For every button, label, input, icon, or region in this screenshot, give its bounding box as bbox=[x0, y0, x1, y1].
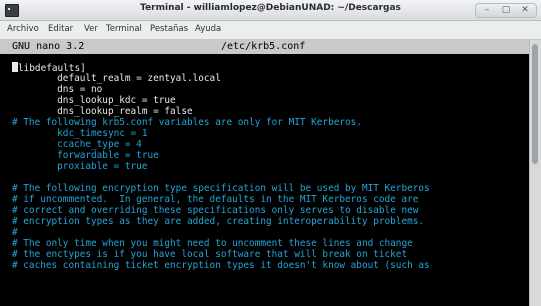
nano-header: GNU nano 3.2 /etc/krb5.conf bbox=[0, 40, 530, 54]
window-controls: – ▢ ✕ bbox=[475, 3, 537, 18]
comment-line: forwardable = true bbox=[12, 150, 159, 161]
comment-line: # The only time when you might need to u… bbox=[12, 238, 413, 249]
config-line: libdefaults] bbox=[12, 62, 86, 74]
line-text: # The following encryption type specific… bbox=[12, 183, 430, 194]
comment-line: # encryption types as they are added, cr… bbox=[12, 216, 424, 227]
line-text: proxiable = true bbox=[12, 161, 148, 172]
menu-bar: Archivo Editar Ver Terminal Pestañas Ayu… bbox=[0, 21, 541, 40]
comment-line: # the enctypes is if you have local soft… bbox=[12, 249, 407, 260]
comment-line: # correct and overriding these specifica… bbox=[12, 205, 418, 216]
line-text: # The only time when you might need to u… bbox=[12, 238, 413, 249]
menu-editar[interactable]: Editar bbox=[48, 24, 73, 34]
title-bar[interactable]: Terminal - williamlopez@DebianUNAD: ~/De… bbox=[0, 0, 541, 21]
line-text: ccache_type = 4 bbox=[12, 139, 142, 150]
config-line: dns_lookup_kdc = true bbox=[12, 95, 176, 106]
menu-archivo[interactable]: Archivo bbox=[7, 24, 39, 34]
vertical-scrollbar[interactable] bbox=[529, 40, 541, 306]
comment-line: # The following krb5.conf variables are … bbox=[12, 117, 362, 128]
comment-line: kdc_timesync = 1 bbox=[12, 128, 147, 139]
line-text: # bbox=[12, 227, 18, 238]
menu-ayuda[interactable]: Ayuda bbox=[195, 24, 221, 34]
line-text: kdc_timesync = 1 bbox=[12, 128, 148, 139]
scrollbar-thumb[interactable] bbox=[532, 44, 538, 164]
line-text: forwardable = true bbox=[12, 150, 159, 161]
comment-line: # if uncommented. In general, the defaul… bbox=[12, 194, 418, 205]
terminal-area[interactable]: GNU nano 3.2 /etc/krb5.conf libdefaults]… bbox=[0, 40, 541, 306]
comment-line: # bbox=[12, 227, 18, 238]
config-line: default_realm = zentyal.local bbox=[12, 73, 221, 84]
maximize-button[interactable]: ▢ bbox=[497, 5, 515, 15]
line-text: # caches containing ticket encryption ty… bbox=[12, 260, 430, 271]
menu-terminal[interactable]: Terminal bbox=[106, 24, 142, 34]
comment-line: # caches containing ticket encryption ty… bbox=[12, 260, 430, 271]
comment-line: # The following encryption type specific… bbox=[12, 183, 430, 194]
terminal-window: Terminal - williamlopez@DebianUNAD: ~/De… bbox=[0, 0, 541, 306]
line-text: dns_lookup_realm = false bbox=[12, 106, 193, 117]
comment-line: proxiable = true bbox=[12, 161, 147, 172]
line-text: # encryption types as they are added, cr… bbox=[12, 216, 425, 227]
line-text: # The following krb5.conf variables are … bbox=[12, 117, 362, 128]
menu-pestanas[interactable]: Pestañas bbox=[150, 24, 188, 34]
menu-ver[interactable]: Ver bbox=[84, 24, 98, 34]
line-text: # correct and overriding these specifica… bbox=[12, 205, 419, 216]
close-button[interactable]: ✕ bbox=[516, 5, 534, 15]
line-text: dns_lookup_kdc = true bbox=[12, 95, 176, 106]
line-text: default_realm = zentyal.local bbox=[12, 73, 221, 84]
file-content[interactable]: libdefaults] default_realm = zentyal.loc… bbox=[12, 62, 527, 306]
line-text: dns = no bbox=[12, 84, 103, 95]
comment-line: ccache_type = 4 bbox=[12, 139, 142, 150]
minimize-button[interactable]: – bbox=[478, 5, 496, 15]
config-line: dns_lookup_realm = false bbox=[12, 106, 193, 117]
line-text: # if uncommented. In general, the defaul… bbox=[12, 194, 419, 205]
config-line: dns = no bbox=[12, 84, 102, 95]
line-text: # the enctypes is if you have local soft… bbox=[12, 249, 408, 260]
nano-filename: /etc/krb5.conf bbox=[221, 41, 306, 52]
window-title: Terminal - williamlopez@DebianUNAD: ~/De… bbox=[140, 3, 401, 13]
nano-version: GNU nano 3.2 bbox=[12, 41, 85, 52]
